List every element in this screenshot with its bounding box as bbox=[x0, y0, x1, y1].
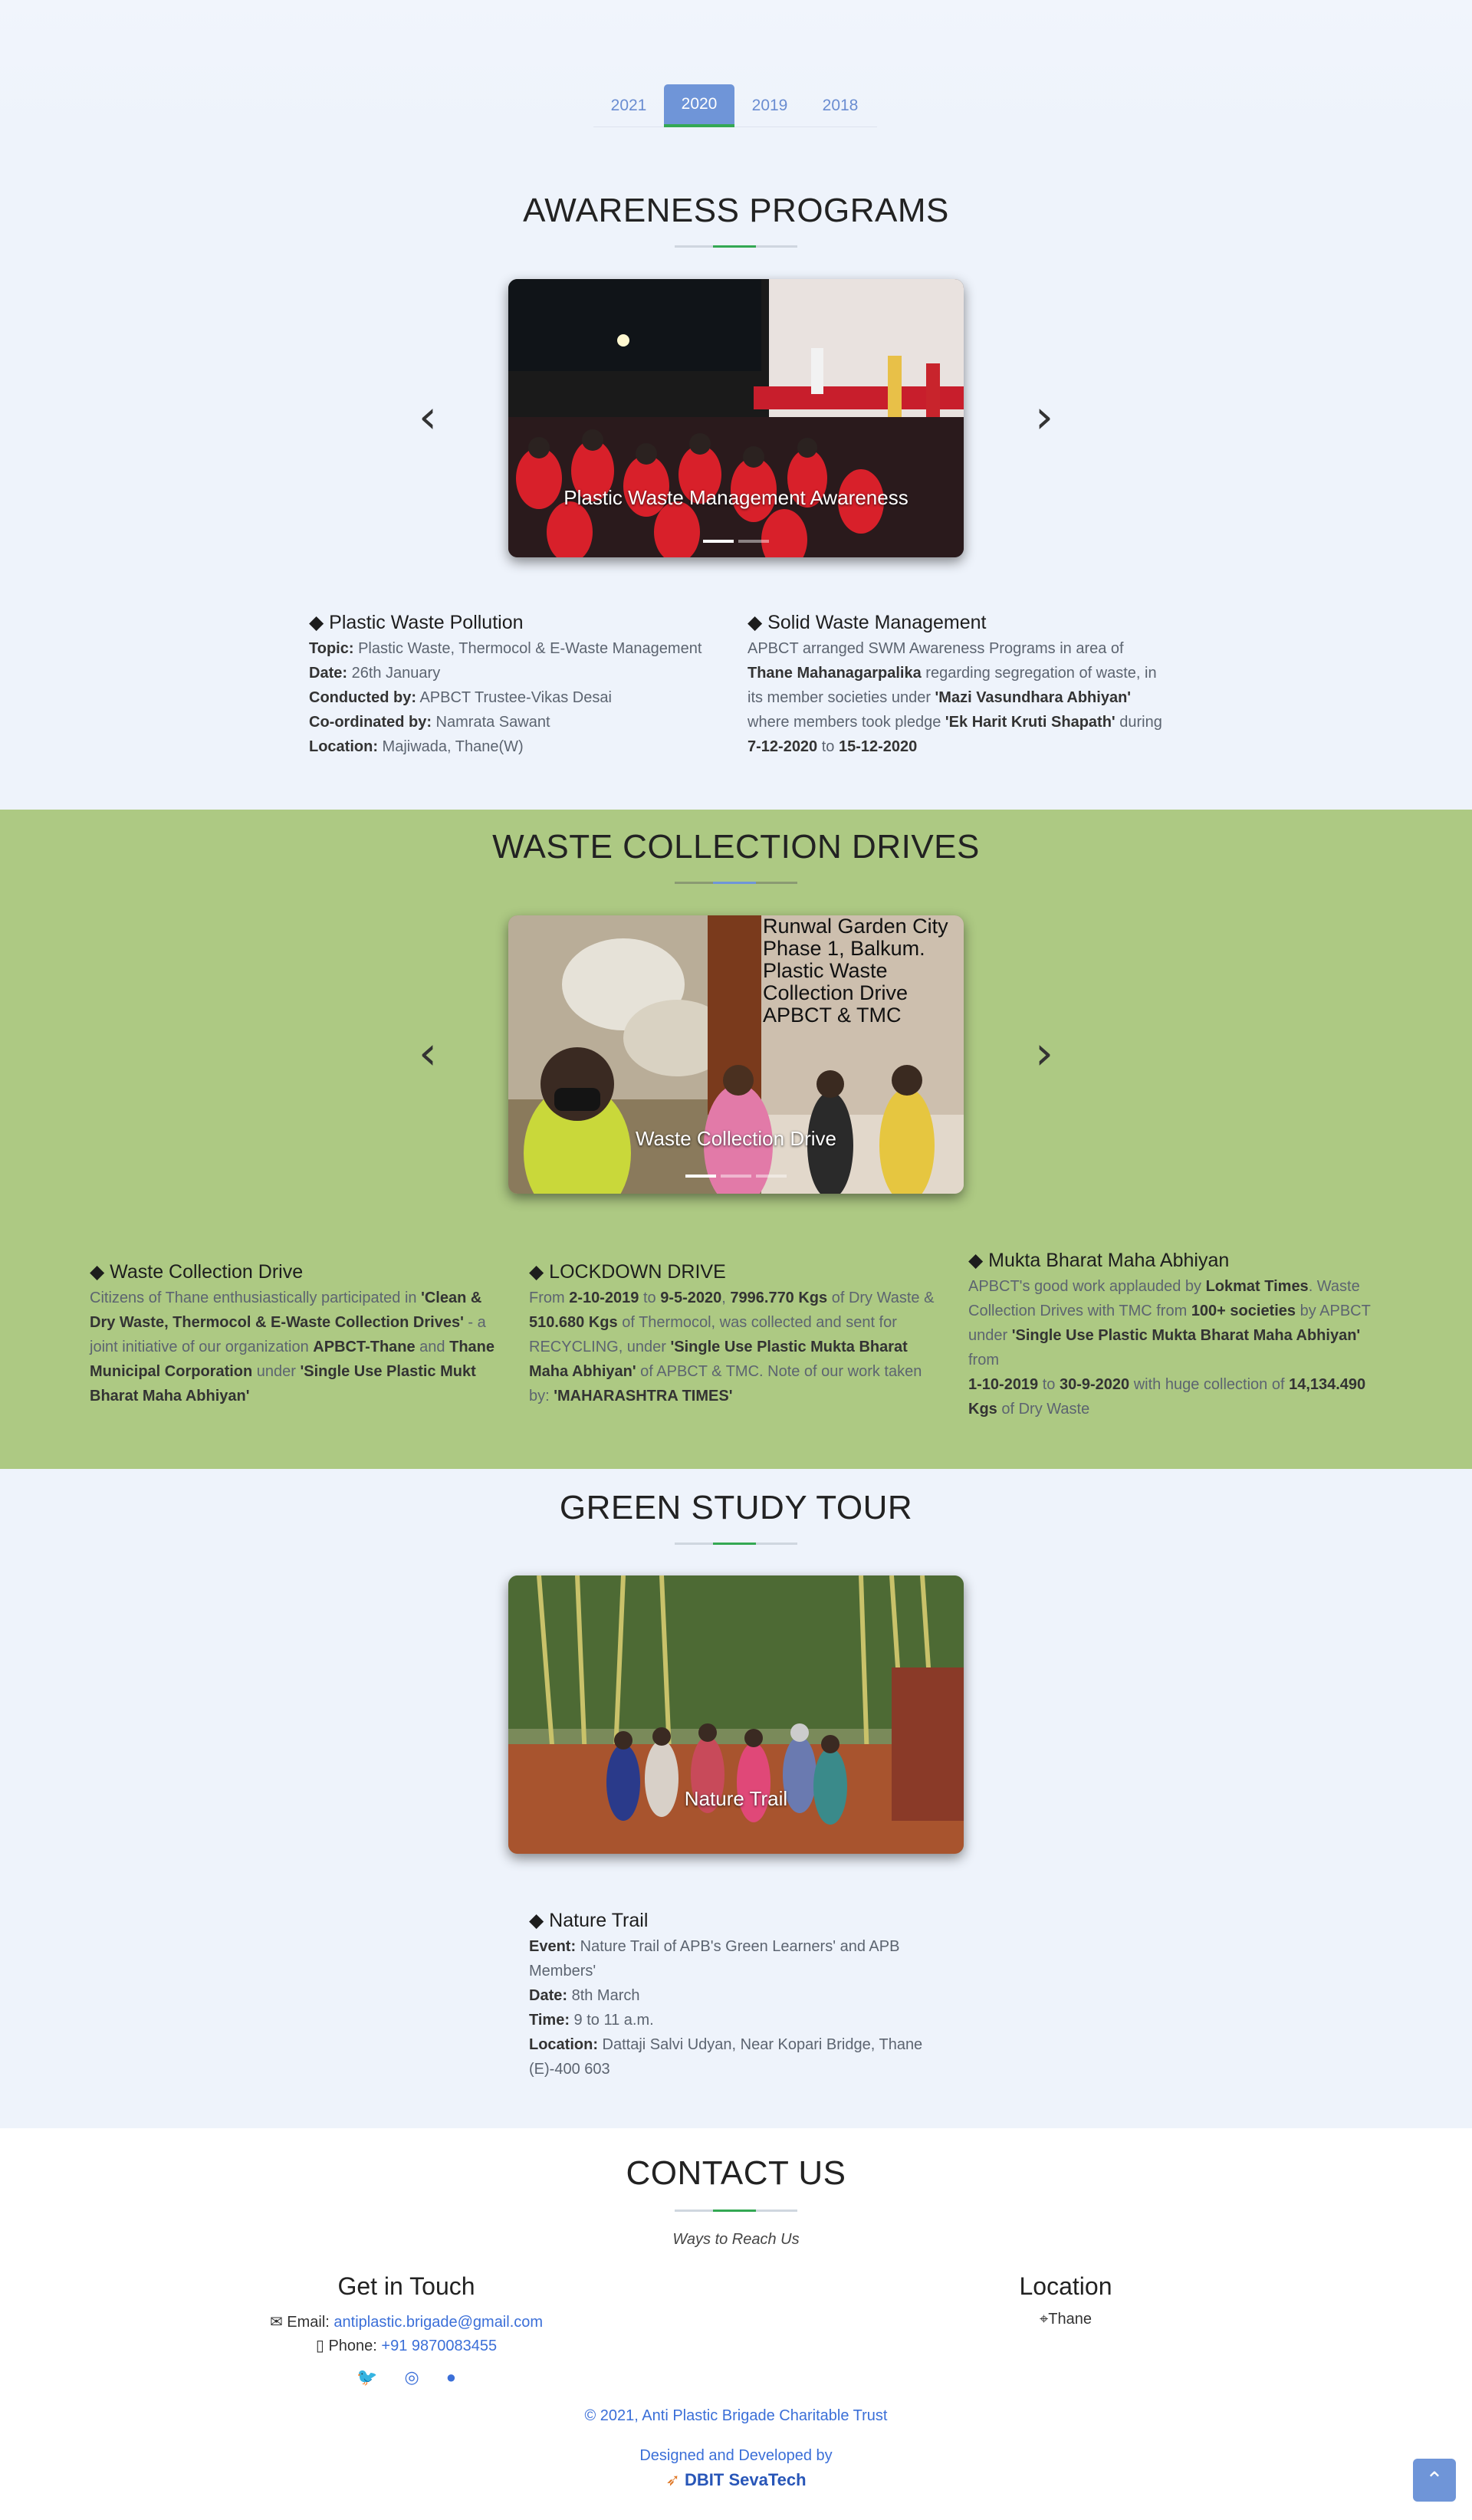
waste-collection-drive-block: ◆ Waste Collection Drive Citizens of Tha… bbox=[90, 1260, 504, 1408]
tour-carousel[interactable]: Nature Trail bbox=[508, 1575, 964, 1854]
year-tabs: 2021 2020 2019 2018 bbox=[593, 84, 877, 127]
awareness-carousel[interactable]: Plastic Waste Management Awareness bbox=[508, 279, 964, 557]
email-link[interactable]: antiplastic.brigade@gmail.com bbox=[334, 2314, 543, 2331]
scroll-top-button[interactable]: ⌃ bbox=[1413, 2459, 1456, 2502]
title-underline bbox=[675, 245, 797, 248]
awareness-title: AWARENESS PROGRAMS bbox=[523, 192, 949, 229]
nature-trail-block: ◆ Nature Trail Event: Nature Trail of AP… bbox=[529, 1910, 923, 2078]
carousel-indicators[interactable] bbox=[508, 1175, 964, 1178]
carousel-next-icon[interactable]: › bbox=[1029, 1030, 1060, 1078]
location-heading: Location bbox=[1019, 2272, 1112, 2300]
tab-2020[interactable]: 2020 bbox=[664, 84, 734, 127]
tab-2019[interactable]: 2019 bbox=[734, 84, 805, 127]
carousel-next-icon[interactable]: › bbox=[1029, 394, 1060, 442]
carousel-indicators[interactable] bbox=[508, 540, 964, 543]
plastic-waste-pollution-block: ◆ Plastic Waste Pollution Topic: Plastic… bbox=[309, 612, 702, 755]
phone-link[interactable]: +91 9870083455 bbox=[381, 2338, 497, 2354]
info-heading: Mukta Bharat Maha Abhiyan bbox=[988, 1250, 1230, 1271]
info-text: Citizens of Thane enthusiastically parti… bbox=[90, 1290, 495, 1405]
contact-details: ✉ Email: antiplastic.brigade@gmail.com ▯… bbox=[269, 2314, 544, 2354]
lockdown-drive-block: ◆ LOCKDOWN DRIVE From 2-10-2019 to 9-5-2… bbox=[529, 1260, 943, 1408]
info-text: APBCT's good work applauded by Lokmat Ti… bbox=[968, 1278, 1371, 1418]
info-heading: Nature Trail bbox=[549, 1910, 649, 1931]
instagram-icon[interactable]: ◎ bbox=[404, 2367, 419, 2387]
twitter-icon[interactable]: 🐦 bbox=[356, 2367, 377, 2387]
waste-title: WASTE COLLECTION DRIVES bbox=[492, 828, 980, 866]
diamond-icon: ◆ bbox=[529, 1261, 550, 1283]
title-underline bbox=[675, 1543, 797, 1545]
diamond-icon: ◆ bbox=[529, 1910, 550, 1931]
mukta-bharat-block: ◆ Mukta Bharat Maha Abhiyan APBCT's good… bbox=[968, 1248, 1386, 1421]
tab-2021[interactable]: 2021 bbox=[593, 84, 664, 127]
location-text: ⌖Thane bbox=[1040, 2311, 1092, 2328]
facebook-icon[interactable]: ● bbox=[446, 2367, 456, 2387]
carousel-prev-icon[interactable]: ‹ bbox=[412, 394, 443, 442]
diamond-icon: ◆ bbox=[968, 1250, 989, 1271]
info-heading: Waste Collection Drive bbox=[110, 1261, 304, 1283]
info-heading: Plastic Waste Pollution bbox=[329, 612, 524, 633]
year-tabs-bar: 2021 2020 2019 2018 bbox=[0, 0, 1472, 130]
chevron-up-icon: ⌃ bbox=[1425, 2468, 1444, 2492]
tab-2018[interactable]: 2018 bbox=[805, 84, 876, 127]
title-underline bbox=[675, 882, 797, 884]
carousel-caption: Plastic Waste Management Awareness bbox=[564, 486, 909, 509]
diamond-icon: ◆ bbox=[309, 612, 330, 633]
awareness-photo bbox=[508, 279, 964, 557]
info-heading: LOCKDOWN DRIVE bbox=[549, 1261, 726, 1283]
info-heading: Solid Waste Management bbox=[767, 612, 987, 633]
envelope-icon: ✉ bbox=[269, 2314, 288, 2331]
waste-carousel[interactable]: Runwal Garden City Phase 1, Balkum. Plas… bbox=[508, 915, 964, 1194]
diamond-icon: ◆ bbox=[90, 1261, 110, 1283]
carousel-caption: Nature Trail bbox=[684, 1787, 788, 1810]
dbit-sevatech-logo[interactable]: ➶ DBIT SevaTech bbox=[0, 2470, 1472, 2490]
carousel-prev-icon[interactable]: ‹ bbox=[412, 1030, 443, 1078]
social-links: 🐦 ◎ ● bbox=[356, 2367, 456, 2387]
title-underline bbox=[675, 2210, 797, 2212]
map-pin-icon: ⌖ bbox=[1040, 2311, 1049, 2328]
copyright: © 2021, Anti Plastic Brigade Charitable … bbox=[584, 2407, 888, 2424]
carousel-caption: Waste Collection Drive bbox=[635, 1127, 836, 1150]
info-text: From 2-10-2019 to 9-5-2020, 7996.770 Kgs… bbox=[529, 1290, 935, 1405]
designed-by: Designed and Developed by bbox=[639, 2447, 833, 2464]
phone-icon: ▯ bbox=[315, 2338, 329, 2354]
photo-overlay-text: Runwal Garden City Phase 1, Balkum. Plas… bbox=[763, 915, 948, 1027]
get-in-touch-heading: Get in Touch bbox=[337, 2272, 475, 2300]
info-text: APBCT arranged SWM Awareness Programs in… bbox=[748, 640, 1162, 755]
contact-subtitle: Ways to Reach Us bbox=[672, 2231, 800, 2248]
contact-section: CONTACT US Ways to Reach Us Get in Touch… bbox=[0, 2128, 1472, 2520]
solid-waste-management-block: ◆ Solid Waste Management APBCT arranged … bbox=[748, 610, 1173, 759]
diamond-icon: ◆ bbox=[748, 612, 768, 633]
logo-mark-icon: ➶ bbox=[665, 2470, 685, 2489]
tour-photo bbox=[508, 1575, 964, 1854]
tour-title: GREEN STUDY TOUR bbox=[559, 1489, 913, 1526]
contact-title: CONTACT US bbox=[626, 2154, 846, 2192]
